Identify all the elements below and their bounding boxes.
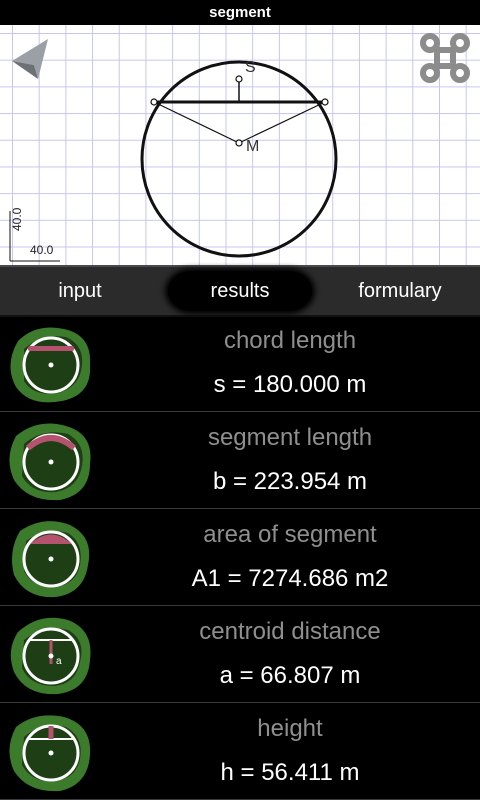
arc-icon: [9, 423, 91, 501]
drawing-canvas[interactable]: S M 40.0 40.0: [0, 25, 480, 265]
result-row-segment-length[interactable]: segment length b = 223.954 m: [0, 412, 480, 509]
svg-text:a: a: [56, 656, 62, 667]
command-menu-icon[interactable]: [418, 31, 472, 85]
results-list: chord length s = 180.000 m segment lengt…: [0, 315, 480, 800]
result-row-chord-length[interactable]: chord length s = 180.000 m: [0, 315, 480, 412]
result-row-area-of-segment[interactable]: area of segment A1 = 7274.686 m2: [0, 509, 480, 606]
result-label: chord length: [223, 327, 357, 354]
tab-results[interactable]: results: [160, 269, 320, 313]
result-value: s = 180.000 m: [213, 371, 367, 398]
scale-horizontal: 40.0: [30, 243, 54, 257]
result-row-centroid-distance[interactable]: a centroid distance a = 66.807 m: [0, 606, 480, 703]
chord-icon: [10, 327, 91, 403]
result-label: height: [257, 715, 323, 742]
segment-drawing: [9, 60, 338, 262]
result-value: b = 223.954 m: [212, 468, 368, 495]
app-title: segment: [0, 0, 480, 25]
point-m-label: M: [246, 138, 260, 155]
result-value: A1 = 7274.686 m2: [191, 565, 389, 592]
result-label: centroid distance: [199, 618, 381, 645]
result-label: area of segment: [203, 521, 377, 548]
tab-formulary[interactable]: formulary: [320, 269, 480, 313]
result-row-height[interactable]: height h = 56.411 m: [0, 703, 480, 800]
tab-bar: input results formulary: [0, 265, 480, 317]
result-value: a = 66.807 m: [219, 662, 361, 689]
segment-area-icon: [12, 521, 90, 598]
result-value: h = 56.411 m: [220, 759, 360, 786]
back-arrow-icon[interactable]: [8, 33, 56, 85]
centroid-icon: a: [10, 617, 91, 695]
result-label: segment length: [207, 424, 373, 451]
point-s-label: S: [245, 59, 256, 76]
tab-input[interactable]: input: [0, 269, 160, 313]
scale-vertical: 40.0: [10, 208, 24, 232]
height-icon: [9, 715, 91, 792]
